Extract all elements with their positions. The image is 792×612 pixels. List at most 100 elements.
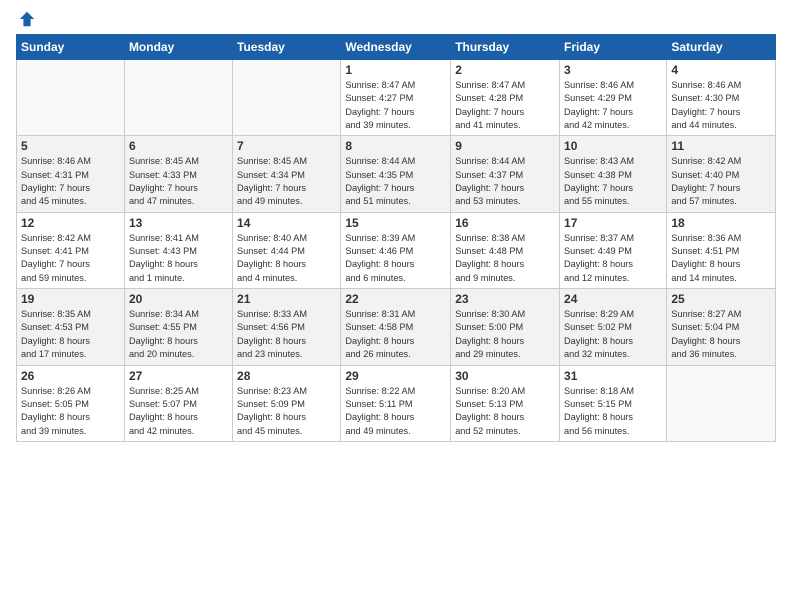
- calendar-cell: 9 Sunrise: 8:44 AM Sunset: 4:37 PM Daylig…: [451, 136, 560, 212]
- day-number: 6: [129, 139, 228, 153]
- day-info: Sunrise: 8:35 AM Sunset: 4:53 PM Dayligh…: [21, 308, 120, 361]
- week-row-2: 5Sunrise: 8:46 AM Sunset: 4:31 PM Daylig…: [17, 136, 776, 212]
- day-info: Sunrise: 8:22 AM Sunset: 5:11 PM Dayligh…: [345, 385, 446, 438]
- day-info: Sunrise: 8:44 AM Sunset: 4:37 PM Dayligh…: [455, 155, 555, 208]
- day-info: Sunrise: 8:37 AM Sunset: 4:49 PM Dayligh…: [564, 232, 662, 285]
- day-number: 20: [129, 292, 228, 306]
- day-info: Sunrise: 8:46 AM Sunset: 4:29 PM Dayligh…: [564, 79, 662, 132]
- calendar-cell: 22 Sunrise: 8:31 AM Sunset: 4:58 PM Dayli…: [341, 289, 451, 365]
- calendar-cell: 29 Sunrise: 8:22 AM Sunset: 5:11 PM Dayli…: [341, 365, 451, 441]
- weekday-header-row: SundayMondayTuesdayWednesdayThursdayFrid…: [17, 35, 776, 60]
- calendar-cell: 23 Sunrise: 8:30 AM Sunset: 5:00 PM Dayli…: [451, 289, 560, 365]
- day-info: Sunrise: 8:47 AM Sunset: 4:28 PM Dayligh…: [455, 79, 555, 132]
- day-info: Sunrise: 8:41 AM Sunset: 4:43 PM Dayligh…: [129, 232, 228, 285]
- day-number: 30: [455, 369, 555, 383]
- calendar-cell: 11 Sunrise: 8:42 AM Sunset: 4:40 PM Dayli…: [667, 136, 776, 212]
- day-number: 12: [21, 216, 120, 230]
- week-row-3: 12 Sunrise: 8:42 AM Sunset: 4:41 PM Dayli…: [17, 212, 776, 288]
- calendar-cell: 15 Sunrise: 8:39 AM Sunset: 4:46 PM Dayli…: [341, 212, 451, 288]
- week-row-5: 26Sunrise: 8:26 AM Sunset: 5:05 PM Dayli…: [17, 365, 776, 441]
- day-number: 19: [21, 292, 120, 306]
- weekday-header-monday: Monday: [124, 35, 232, 60]
- day-number: 4: [671, 63, 771, 77]
- weekday-header-saturday: Saturday: [667, 35, 776, 60]
- day-number: 15: [345, 216, 446, 230]
- logo-icon: [18, 10, 36, 28]
- day-number: 3: [564, 63, 662, 77]
- day-info: Sunrise: 8:25 AM Sunset: 5:07 PM Dayligh…: [129, 385, 228, 438]
- day-number: 1: [345, 63, 446, 77]
- day-number: 23: [455, 292, 555, 306]
- calendar-cell: [233, 60, 341, 136]
- day-number: 11: [671, 139, 771, 153]
- day-number: 16: [455, 216, 555, 230]
- weekday-header-wednesday: Wednesday: [341, 35, 451, 60]
- calendar-cell: 18 Sunrise: 8:36 AM Sunset: 4:51 PM Dayli…: [667, 212, 776, 288]
- calendar-cell: 3 Sunrise: 8:46 AM Sunset: 4:29 PM Daylig…: [560, 60, 667, 136]
- day-number: 14: [237, 216, 336, 230]
- calendar-cell: 10Sunrise: 8:43 AM Sunset: 4:38 PM Dayli…: [560, 136, 667, 212]
- day-info: Sunrise: 8:33 AM Sunset: 4:56 PM Dayligh…: [237, 308, 336, 361]
- day-number: 9: [455, 139, 555, 153]
- calendar-cell: 27 Sunrise: 8:25 AM Sunset: 5:07 PM Dayli…: [124, 365, 232, 441]
- day-info: Sunrise: 8:29 AM Sunset: 5:02 PM Dayligh…: [564, 308, 662, 361]
- day-number: 22: [345, 292, 446, 306]
- day-number: 10: [564, 139, 662, 153]
- week-row-4: 19 Sunrise: 8:35 AM Sunset: 4:53 PM Dayli…: [17, 289, 776, 365]
- calendar-cell: 24 Sunrise: 8:29 AM Sunset: 5:02 PM Dayli…: [560, 289, 667, 365]
- day-info: Sunrise: 8:31 AM Sunset: 4:58 PM Dayligh…: [345, 308, 446, 361]
- weekday-header-tuesday: Tuesday: [233, 35, 341, 60]
- day-info: Sunrise: 8:42 AM Sunset: 4:40 PM Dayligh…: [671, 155, 771, 208]
- day-info: Sunrise: 8:45 AM Sunset: 4:34 PM Dayligh…: [237, 155, 336, 208]
- page: SundayMondayTuesdayWednesdayThursdayFrid…: [0, 0, 792, 612]
- day-info: Sunrise: 8:44 AM Sunset: 4:35 PM Dayligh…: [345, 155, 446, 208]
- day-info: Sunrise: 8:40 AM Sunset: 4:44 PM Dayligh…: [237, 232, 336, 285]
- day-number: 21: [237, 292, 336, 306]
- calendar-cell: 25 Sunrise: 8:27 AM Sunset: 5:04 PM Dayli…: [667, 289, 776, 365]
- calendar-cell: 14 Sunrise: 8:40 AM Sunset: 4:44 PM Dayli…: [233, 212, 341, 288]
- weekday-header-friday: Friday: [560, 35, 667, 60]
- calendar-cell: 19 Sunrise: 8:35 AM Sunset: 4:53 PM Dayli…: [17, 289, 125, 365]
- day-info: Sunrise: 8:23 AM Sunset: 5:09 PM Dayligh…: [237, 385, 336, 438]
- day-number: 27: [129, 369, 228, 383]
- day-info: Sunrise: 8:38 AM Sunset: 4:48 PM Dayligh…: [455, 232, 555, 285]
- day-info: Sunrise: 8:27 AM Sunset: 5:04 PM Dayligh…: [671, 308, 771, 361]
- day-number: 18: [671, 216, 771, 230]
- day-number: 25: [671, 292, 771, 306]
- calendar-cell: 21 Sunrise: 8:33 AM Sunset: 4:56 PM Dayli…: [233, 289, 341, 365]
- day-number: 8: [345, 139, 446, 153]
- day-number: 31: [564, 369, 662, 383]
- day-info: Sunrise: 8:39 AM Sunset: 4:46 PM Dayligh…: [345, 232, 446, 285]
- day-info: Sunrise: 8:46 AM Sunset: 4:31 PM Dayligh…: [21, 155, 120, 208]
- weekday-header-sunday: Sunday: [17, 35, 125, 60]
- day-info: Sunrise: 8:20 AM Sunset: 5:13 PM Dayligh…: [455, 385, 555, 438]
- day-number: 29: [345, 369, 446, 383]
- calendar-cell: 2Sunrise: 8:47 AM Sunset: 4:28 PM Daylig…: [451, 60, 560, 136]
- day-info: Sunrise: 8:36 AM Sunset: 4:51 PM Dayligh…: [671, 232, 771, 285]
- calendar-cell: 13 Sunrise: 8:41 AM Sunset: 4:43 PM Dayli…: [124, 212, 232, 288]
- day-number: 17: [564, 216, 662, 230]
- logo: [16, 10, 36, 28]
- calendar-cell: 26Sunrise: 8:26 AM Sunset: 5:05 PM Dayli…: [17, 365, 125, 441]
- header: [16, 10, 776, 28]
- day-number: 13: [129, 216, 228, 230]
- calendar-cell: 31 Sunrise: 8:18 AM Sunset: 5:15 PM Dayli…: [560, 365, 667, 441]
- day-number: 24: [564, 292, 662, 306]
- day-info: Sunrise: 8:34 AM Sunset: 4:55 PM Dayligh…: [129, 308, 228, 361]
- day-info: Sunrise: 8:45 AM Sunset: 4:33 PM Dayligh…: [129, 155, 228, 208]
- calendar-cell: 16 Sunrise: 8:38 AM Sunset: 4:48 PM Dayli…: [451, 212, 560, 288]
- day-info: Sunrise: 8:46 AM Sunset: 4:30 PM Dayligh…: [671, 79, 771, 132]
- calendar-cell: 12 Sunrise: 8:42 AM Sunset: 4:41 PM Dayli…: [17, 212, 125, 288]
- weekday-header-thursday: Thursday: [451, 35, 560, 60]
- day-info: Sunrise: 8:42 AM Sunset: 4:41 PM Dayligh…: [21, 232, 120, 285]
- calendar-cell: 5Sunrise: 8:46 AM Sunset: 4:31 PM Daylig…: [17, 136, 125, 212]
- calendar-cell: 7 Sunrise: 8:45 AM Sunset: 4:34 PM Daylig…: [233, 136, 341, 212]
- calendar-cell: 4 Sunrise: 8:46 AM Sunset: 4:30 PM Daylig…: [667, 60, 776, 136]
- calendar-cell: 30 Sunrise: 8:20 AM Sunset: 5:13 PM Dayli…: [451, 365, 560, 441]
- calendar-cell: [667, 365, 776, 441]
- day-info: Sunrise: 8:30 AM Sunset: 5:00 PM Dayligh…: [455, 308, 555, 361]
- day-number: 7: [237, 139, 336, 153]
- calendar-cell: 6 Sunrise: 8:45 AM Sunset: 4:33 PM Daylig…: [124, 136, 232, 212]
- day-number: 26: [21, 369, 120, 383]
- day-info: Sunrise: 8:18 AM Sunset: 5:15 PM Dayligh…: [564, 385, 662, 438]
